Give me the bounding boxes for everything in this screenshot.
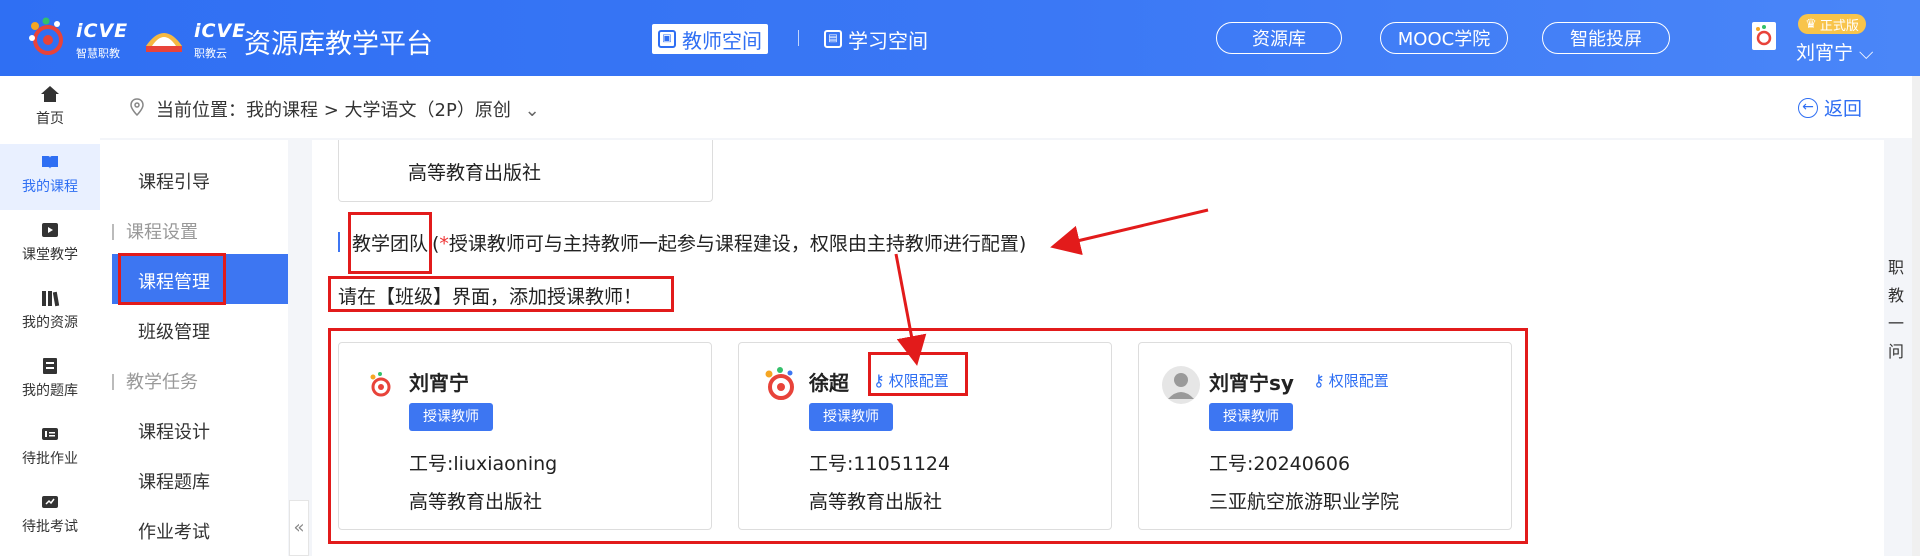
annotation-arrows [894,208,1209,366]
annotation-arrow [894,253,927,366]
annotation-arrow [1050,208,1209,256]
scrollbar[interactable] [1912,76,1920,556]
zhijiao-ask-float[interactable]: 职教一问 [1886,254,1906,366]
